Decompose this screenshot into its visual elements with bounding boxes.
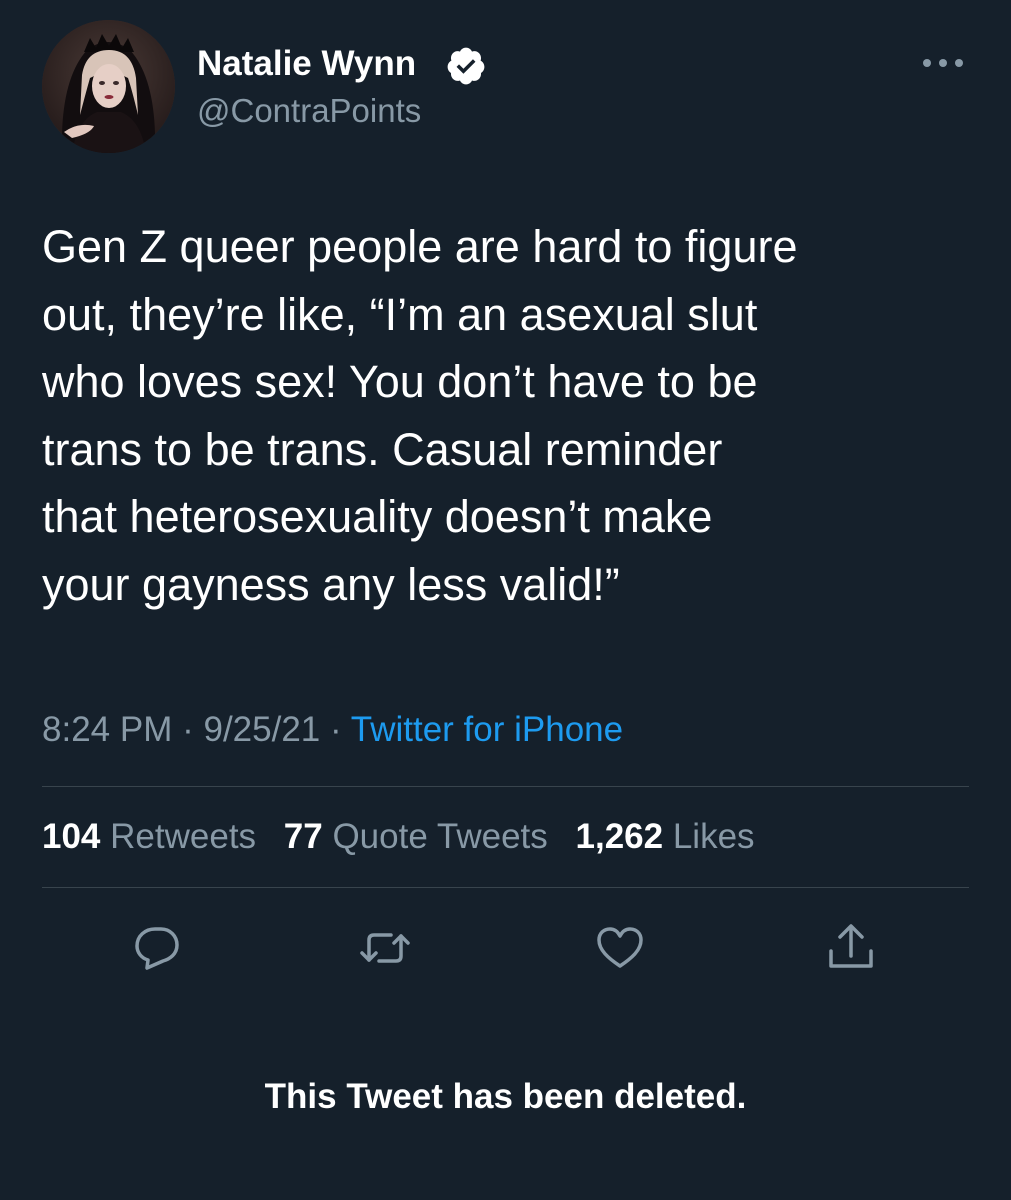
share-icon	[829, 924, 873, 968]
more-horizontal-icon	[923, 59, 963, 67]
quote-tweets-stat[interactable]: 77 Quote Tweets	[284, 817, 548, 856]
divider	[42, 887, 969, 888]
author-display-name[interactable]: Natalie Wynn	[197, 42, 416, 86]
tweet-detail-page: Natalie Wynn @ContraPoints Gen Z queer p…	[0, 0, 1011, 1200]
tweet-stats: 104 Retweets 77 Quote Tweets 1,262 Likes	[42, 815, 773, 859]
tweet-text-line: that heterosexuality doesn’t make	[42, 491, 713, 542]
author-handle[interactable]: @ContraPoints	[197, 90, 421, 132]
meta-separator: ·	[182, 710, 194, 749]
tweet-text-line: trans to be trans. Casual reminder	[42, 423, 723, 475]
likes-stat[interactable]: 1,262 Likes	[576, 817, 755, 856]
tweet-time[interactable]: 8:24 PM	[42, 710, 172, 749]
tweet-text-line: who loves sex! You don’t have to be	[42, 356, 758, 407]
quote-tweets-count: 77	[283, 817, 323, 856]
divider	[42, 786, 969, 787]
retweets-label: Retweets	[110, 817, 257, 856]
retweets-count: 104	[42, 817, 101, 856]
tweet-text-line: out, they’re like, “I’m an asexual slut	[42, 288, 758, 340]
retweet-icon	[360, 933, 410, 963]
avatar-image	[42, 20, 175, 153]
more-options-button[interactable]	[915, 48, 971, 78]
tweet-metadata: 8:24 PM · 9/25/21 · Twitter for iPhone	[42, 708, 623, 752]
likes-count: 1,262	[575, 817, 664, 856]
retweets-stat[interactable]: 104 Retweets	[42, 817, 256, 856]
tweet-source-link[interactable]: Twitter for iPhone	[351, 710, 623, 749]
share-button[interactable]	[823, 920, 879, 976]
author-avatar[interactable]	[42, 20, 175, 153]
tweet-date[interactable]: 9/25/21	[203, 710, 320, 749]
quote-tweets-label: Quote Tweets	[332, 817, 548, 856]
deleted-tweet-notice: This Tweet has been deleted.	[264, 1077, 747, 1116]
tweet-text-line: Gen Z queer people are hard to figure	[42, 221, 798, 272]
heart-icon	[597, 927, 643, 968]
retweet-button[interactable]	[357, 920, 413, 976]
likes-label: Likes	[672, 817, 755, 856]
like-button[interactable]	[592, 920, 648, 976]
verified-badge-icon	[447, 47, 485, 85]
reply-button[interactable]	[129, 920, 185, 976]
tweet-text: Gen Z queer people are hard to figure ou…	[42, 213, 982, 618]
tweet-text-line: your gayness any less valid!”	[42, 558, 620, 610]
meta-separator: ·	[330, 710, 342, 749]
reply-icon	[135, 927, 179, 970]
